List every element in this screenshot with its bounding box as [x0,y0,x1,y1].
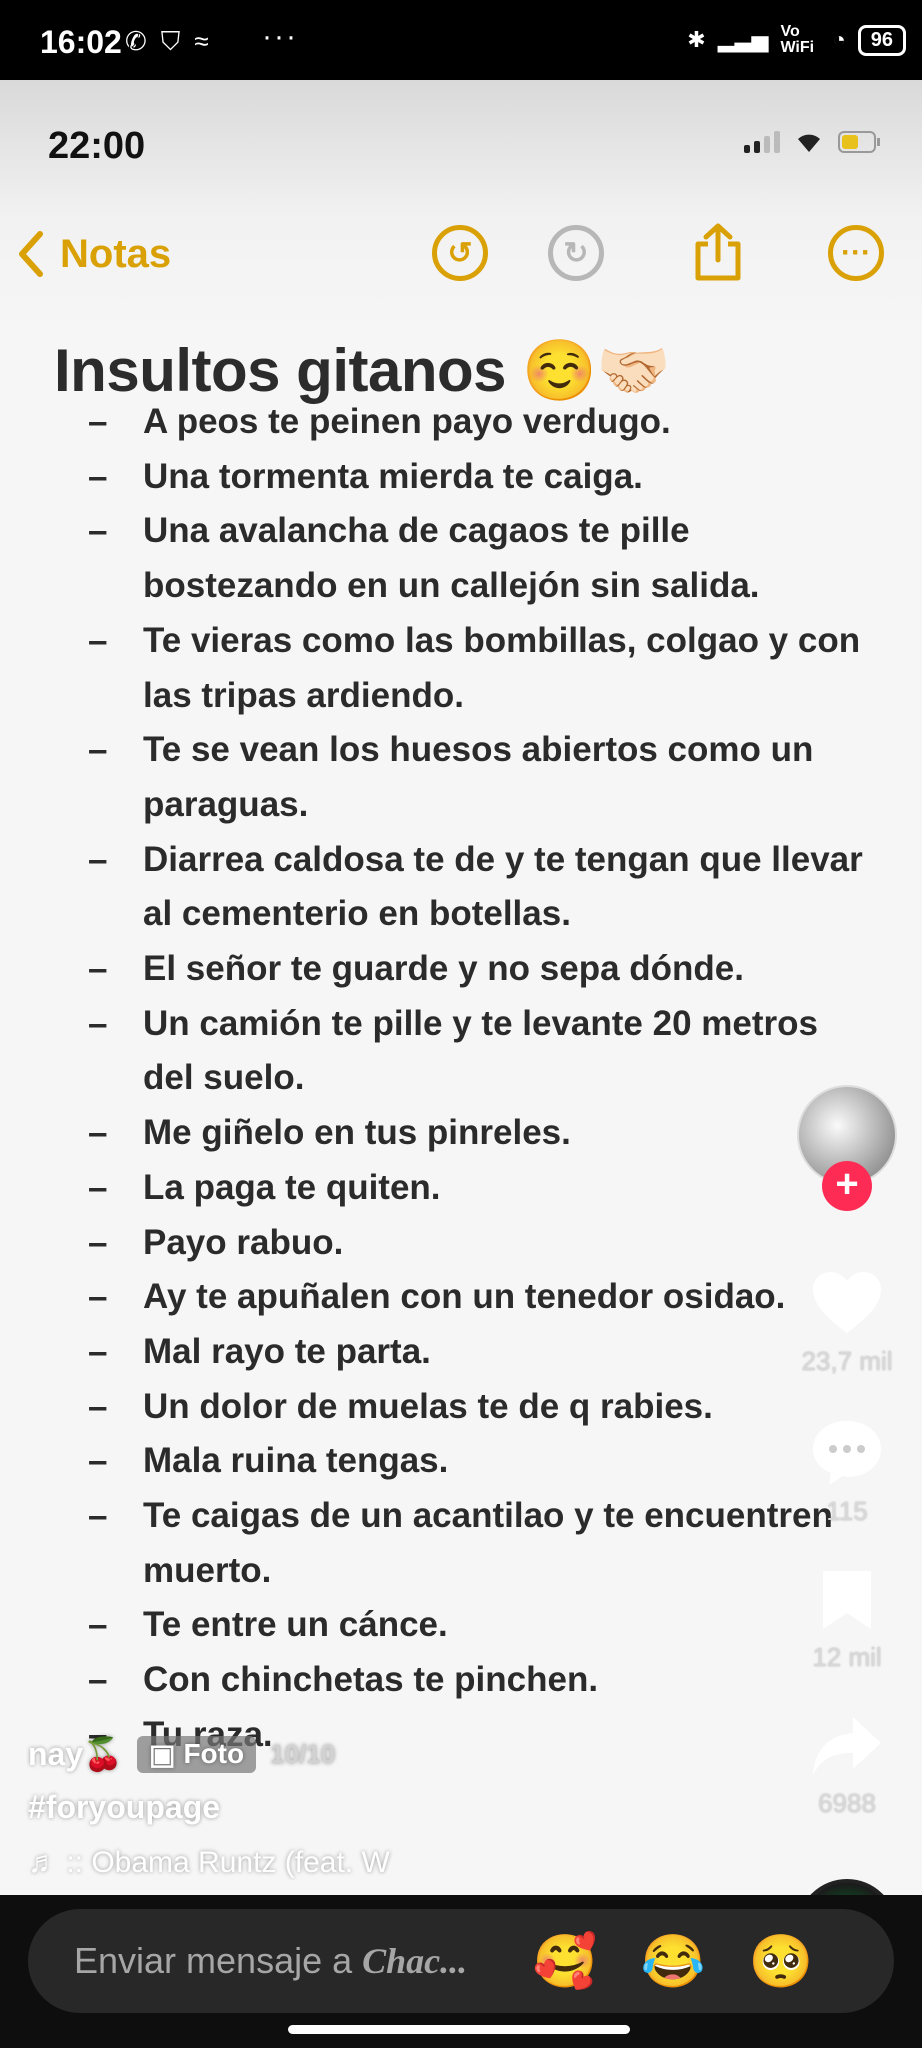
note-list: – A peos te peinen payo verdugo. – Una tor… [88,395,878,1763]
inner-battery-icon [838,131,880,153]
notification-icons: ✆ ⛉ ≈ [125,26,209,58]
emoji-pleading-button[interactable]: 🥺 [744,1931,818,1992]
like-action[interactable]: 23,7 mil [792,1269,902,1377]
photo-badge-label: Foto [183,1738,245,1769]
follow-plus-button[interactable]: + [822,1161,872,1211]
notes-back-button[interactable]: Notas [16,230,171,278]
caption-hashtag[interactable]: #foryoupage [28,1789,668,1826]
share-icon[interactable] [690,222,746,282]
wifi-icon: ◔ [832,27,846,52]
list-item: – Con chinchetas te pinchen. [88,1660,599,1700]
save-count: 12 mil [812,1642,882,1672]
list-item: – La paga te quiten. [88,1167,441,1207]
list-item: – Payo rabuo. [88,1222,344,1262]
photo-badge: ▣ Foto [136,1735,257,1773]
list-item: – Un camión te pille y te levante 20 metr… [88,1003,818,1098]
list-item: – Una tormenta mierda te caiga. [88,456,643,496]
like-count: 23,7 mil [801,1346,893,1376]
message-input[interactable]: Enviar mensaje a Chac... 🥰 😂 🥺 [28,1909,894,2013]
signal-icon: ▂▃▅ [717,27,769,52]
comment-icon[interactable] [809,1417,885,1487]
share-count: 6988 [818,1788,876,1818]
inner-wifi-icon [798,134,820,152]
list-item: – Te vieras como las bombillas, colgao y … [88,620,861,715]
list-item: – Un dolor de muelas te de q rabies. [88,1386,713,1426]
inner-signal-icon [744,131,780,153]
emoji-love-button[interactable]: 🥰 [528,1931,602,1992]
status-right: ✱ ▂▃▅ Vo WiFi ◔ 96 [687,24,906,56]
message-placeholder: Enviar mensaje a Chac... [74,1940,468,1981]
list-item: – Mal rayo te parta. [88,1331,431,1371]
image-icon: ▣ [148,1738,176,1770]
shield-icon: ⛉ [160,26,181,56]
music-disc[interactable] [797,1879,897,1895]
list-item: – Una avalancha de cagaos te pille bostez… [88,511,760,606]
list-item: – Diarrea caldosa te de y te tengan que l… [88,839,863,934]
undo-icon[interactable]: ↺ [432,225,488,281]
save-action[interactable]: 12 mil [792,1567,902,1673]
battery-icon: 96 [857,24,906,56]
list-item: – A peos te peinen payo verdugo. [88,402,671,441]
photo-index: 10/10 [270,1738,336,1769]
f1-icon: ≈ [194,26,209,56]
caption-author-row: nay🍒 ▣ Foto 10/10 [28,1735,668,1773]
status-time: 16:02 [40,24,122,60]
music-label[interactable]: ♬ :: Obama Runtz (feat. W [28,1846,468,1880]
list-item: – Ay te apuñalen con un tenedor osidao. [88,1277,786,1317]
list-item: – Te entre un cánce. [88,1605,448,1645]
home-indicator[interactable] [288,2025,630,2034]
list-item: – Me giñelo en tus pinreles. [88,1113,571,1153]
comment-action[interactable]: 115 [792,1417,902,1527]
notes-back-label: Notas [60,231,172,276]
list-item: – Mala ruina tengas. [88,1441,449,1481]
side-actions: + 23,7 mil 115 12 mil 6988 [792,1085,902,1895]
inner-status-time: 22:00 [48,125,146,167]
caption-area: nay🍒 ▣ Foto 10/10 #foryoupage ♬ :: Obama… [28,1735,668,1880]
comment-count: 115 [826,1496,868,1526]
list-item: – El señor te guarde y no sepa dónde. [88,949,744,989]
whatsapp-icon: ✆ [125,26,147,56]
author-name[interactable]: nay🍒 [28,1735,123,1773]
more-options-icon[interactable]: ··· [828,225,884,281]
post-photo[interactable]: 22:00 Notas ↺ ↻ ··· Insultos gitanos ☺️🤝… [0,80,922,1895]
redo-icon[interactable]: ↻ [548,225,604,281]
chevron-left-icon [19,231,43,277]
bookmark-icon[interactable] [819,1567,875,1633]
bluetooth-icon: ✱ [687,27,706,52]
bottom-bar: Enviar mensaje a Chac... 🥰 😂 🥺 [0,1895,922,2048]
share-arrow-icon[interactable] [809,1713,885,1779]
more-notifications-icon: ··· [262,20,298,53]
vowifi-label: Vo WiFi [780,23,815,56]
list-item: – Te se vean los huesos abiertos como un … [88,730,814,824]
share-action[interactable]: 6988 [792,1713,902,1819]
inner-status-icons [744,130,882,154]
list-item: – Te caigas de un acantilao y te encuentr… [88,1496,833,1590]
status-bar: 16:02 ✆ ⛉ ≈ ··· ✱ ▂▃▅ Vo WiFi ◔ 96 [0,0,922,80]
emoji-laugh-button[interactable]: 😂 [636,1931,710,1992]
heart-icon[interactable] [809,1269,885,1337]
